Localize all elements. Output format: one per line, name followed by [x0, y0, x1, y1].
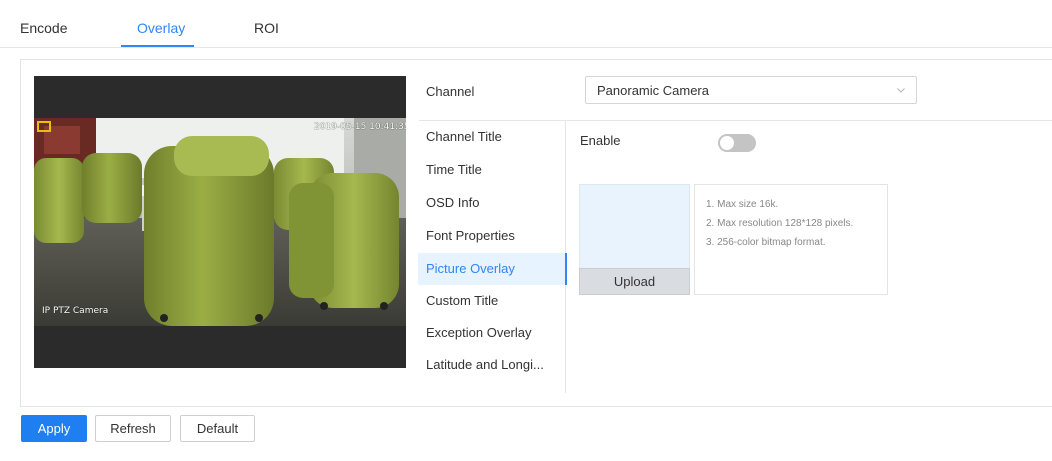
menu-item-exception-overlay[interactable]: Exception Overlay — [418, 317, 566, 349]
upload-requirements: 1. Max size 16k. 2. Max resolution 128*1… — [694, 184, 888, 295]
tab-bar: Encode Overlay ROI — [0, 0, 1052, 48]
menu-item-time-title[interactable]: Time Title — [418, 154, 566, 186]
hint-max-resolution: 2. Max resolution 128*128 pixels. — [706, 218, 854, 229]
video-preview: 2019-05-15 10:41:35 IP PTZ Camera — [34, 76, 406, 368]
tab-overlay[interactable]: Overlay — [137, 20, 185, 36]
camera-scene-image — [34, 118, 406, 326]
osd-channel-name: IP PTZ Camera — [42, 306, 109, 316]
menu-item-custom-title[interactable]: Custom Title — [418, 285, 566, 317]
chevron-down-icon — [897, 88, 905, 93]
tab-encode[interactable]: Encode — [20, 20, 67, 36]
menu-item-latitude-longitude[interactable]: Latitude and Longi... — [418, 349, 566, 381]
osd-position-marker[interactable] — [37, 121, 51, 132]
apply-button[interactable]: Apply — [21, 415, 87, 442]
menu-item-channel-title[interactable]: Channel Title — [418, 121, 566, 153]
upload-button[interactable]: Upload — [579, 268, 690, 295]
hint-max-size: 1. Max size 16k. — [706, 199, 779, 210]
hint-bitmap-format: 3. 256-color bitmap format. — [706, 237, 826, 248]
active-tab-indicator — [121, 45, 194, 47]
camera-image: 2019-05-15 10:41:35 IP PTZ Camera — [34, 118, 406, 326]
enable-label: Enable — [580, 133, 621, 148]
default-button[interactable]: Default — [180, 415, 255, 442]
menu-item-osd-info[interactable]: OSD Info — [418, 187, 566, 219]
channel-select[interactable]: Panoramic Camera — [585, 76, 917, 104]
toggle-knob — [720, 136, 734, 150]
osd-timestamp: 2019-05-15 10:41:35 — [314, 122, 406, 132]
refresh-button[interactable]: Refresh — [95, 415, 171, 442]
overlay-type-menu: Channel Title Time Title OSD Info Font P… — [418, 121, 567, 393]
channel-label: Channel — [426, 84, 475, 99]
enable-toggle[interactable] — [718, 134, 756, 152]
channel-select-value: Panoramic Camera — [597, 83, 709, 98]
menu-item-picture-overlay[interactable]: Picture Overlay — [418, 253, 567, 285]
tab-roi[interactable]: ROI — [254, 20, 279, 36]
menu-item-font-properties[interactable]: Font Properties — [418, 220, 566, 252]
